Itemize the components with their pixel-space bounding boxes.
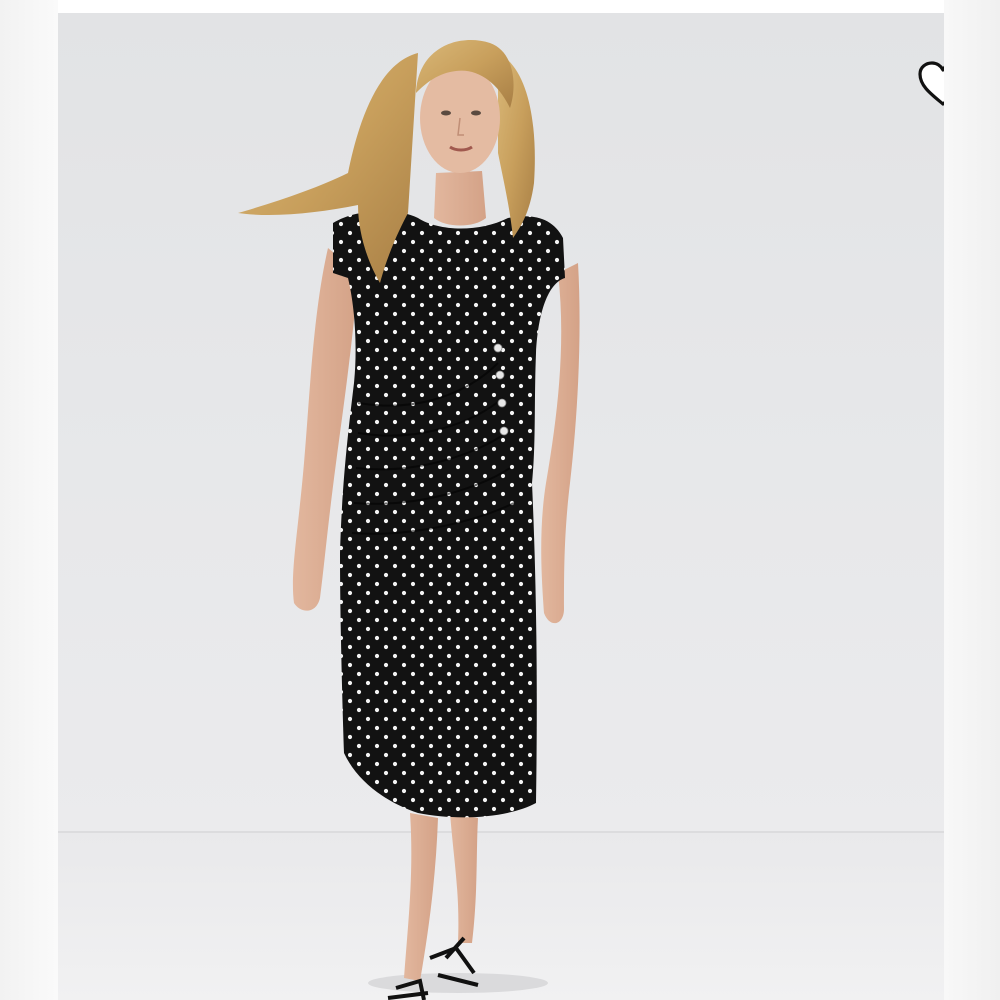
neck xyxy=(434,171,486,226)
floor-shadow xyxy=(368,973,548,993)
right-arm xyxy=(541,263,580,624)
favorite-button[interactable] xyxy=(916,57,944,111)
polka-dot-dress xyxy=(333,211,565,818)
model-figure xyxy=(238,40,580,1000)
product-image-viewer xyxy=(0,0,1000,1000)
product-photo[interactable] xyxy=(58,13,944,1000)
heart-outline-icon xyxy=(918,61,944,106)
right-margin xyxy=(944,0,1000,1000)
left-margin xyxy=(0,0,58,1000)
